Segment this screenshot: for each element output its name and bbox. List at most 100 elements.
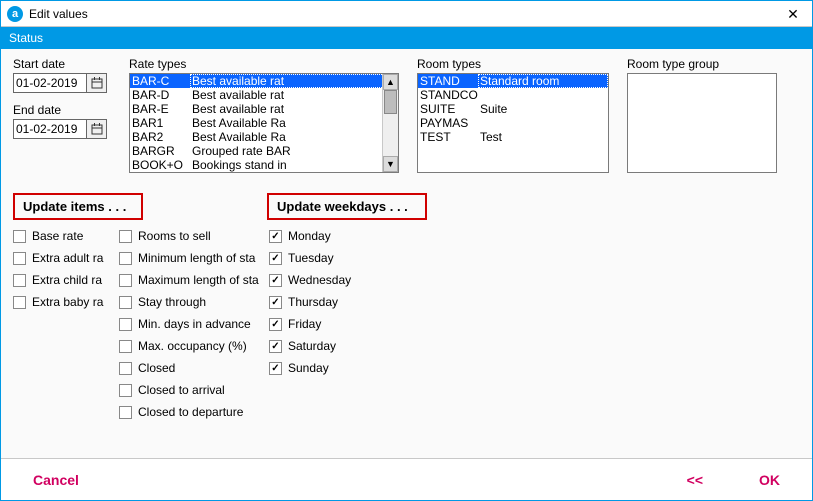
weekday-item: Wednesday bbox=[269, 272, 389, 288]
rate-type-row[interactable]: BOOK+OBookings stand in bbox=[130, 158, 398, 172]
checkbox[interactable] bbox=[269, 362, 282, 375]
room-type-row[interactable]: PAYMAS bbox=[418, 116, 608, 130]
checkbox[interactable] bbox=[13, 230, 26, 243]
cancel-button[interactable]: Cancel bbox=[25, 468, 87, 492]
weekday-item: Thursday bbox=[269, 294, 389, 310]
checkbox-label: Thursday bbox=[288, 295, 338, 309]
status-strip: Status bbox=[1, 27, 812, 49]
checkbox[interactable] bbox=[119, 340, 132, 353]
checkbox[interactable] bbox=[269, 318, 282, 331]
room-type-row[interactable]: STANDCO bbox=[418, 88, 608, 102]
checkbox-label: Minimum length of sta bbox=[138, 251, 255, 265]
room-types-column: Room types STANDStandard roomSTANDCOSUIT… bbox=[417, 57, 609, 173]
scroll-up-icon[interactable]: ▲ bbox=[383, 74, 398, 90]
rate-type-desc: Best available rat bbox=[190, 102, 398, 116]
rate-type-desc: Bookings stand in bbox=[190, 158, 398, 172]
items-column-1: Base rateExtra adult raExtra child raExt… bbox=[13, 228, 119, 420]
rate-type-code: BAR1 bbox=[130, 116, 190, 130]
app-icon: a bbox=[7, 6, 23, 22]
room-type-row[interactable]: STANDStandard room bbox=[418, 74, 608, 88]
room-type-desc: Suite bbox=[478, 102, 608, 116]
checkbox-label: Closed to arrival bbox=[138, 383, 225, 397]
items-column-2: Rooms to sellMinimum length of staMaximu… bbox=[119, 228, 269, 420]
checkbox[interactable] bbox=[119, 296, 132, 309]
update-item-item: Closed bbox=[119, 360, 269, 376]
rate-type-row[interactable]: BAR2Best Available Ra bbox=[130, 130, 398, 144]
rate-type-row[interactable]: BAR-CBest available rat bbox=[130, 74, 398, 88]
rate-type-row[interactable]: BARGRGrouped rate BAR bbox=[130, 144, 398, 158]
previous-button[interactable]: << bbox=[679, 468, 711, 492]
checkbox[interactable] bbox=[269, 274, 282, 287]
checkbox-label: Min. days in advance bbox=[138, 317, 251, 331]
update-weekdays-heading: Update weekdays . . . bbox=[267, 193, 427, 220]
rate-type-row[interactable]: BAR-EBest available rat bbox=[130, 102, 398, 116]
checkbox-label: Extra adult ra bbox=[32, 251, 103, 265]
checkbox-label: Saturday bbox=[288, 339, 336, 353]
room-type-group-label: Room type group bbox=[627, 57, 777, 71]
room-type-group-column: Room type group bbox=[627, 57, 777, 173]
end-date-calendar-icon[interactable] bbox=[87, 119, 107, 139]
checkbox[interactable] bbox=[119, 230, 132, 243]
date-column: Start date End date bbox=[13, 57, 111, 149]
rate-types-label: Rate types bbox=[129, 57, 399, 71]
checkbox[interactable] bbox=[119, 274, 132, 287]
start-date-field[interactable] bbox=[13, 73, 87, 93]
update-item-item: Min. days in advance bbox=[119, 316, 269, 332]
rate-type-desc: Grouped rate BAR bbox=[190, 144, 398, 158]
checkbox[interactable] bbox=[269, 296, 282, 309]
checkbox[interactable] bbox=[119, 362, 132, 375]
room-type-row[interactable]: TESTTest bbox=[418, 130, 608, 144]
update-item-item: Extra adult ra bbox=[13, 250, 119, 266]
checkbox[interactable] bbox=[13, 252, 26, 265]
end-date-label: End date bbox=[13, 103, 111, 117]
checkbox[interactable] bbox=[269, 340, 282, 353]
rate-types-listbox[interactable]: BAR-CBest available ratBAR-DBest availab… bbox=[129, 73, 399, 173]
scroll-thumb[interactable] bbox=[384, 90, 397, 114]
checkbox-label: Monday bbox=[288, 229, 331, 243]
room-types-label: Room types bbox=[417, 57, 609, 71]
checkbox[interactable] bbox=[119, 252, 132, 265]
ok-button[interactable]: OK bbox=[751, 468, 788, 492]
update-item-item: Minimum length of sta bbox=[119, 250, 269, 266]
start-date-calendar-icon[interactable] bbox=[87, 73, 107, 93]
update-item-item: Extra child ra bbox=[13, 272, 119, 288]
weekday-item: Friday bbox=[269, 316, 389, 332]
rate-type-code: BAR-C bbox=[130, 74, 190, 88]
end-date-field[interactable] bbox=[13, 119, 87, 139]
room-type-row[interactable]: SUITESuite bbox=[418, 102, 608, 116]
status-label: Status bbox=[9, 31, 43, 45]
checkbox-label: Closed to departure bbox=[138, 405, 243, 419]
rate-types-scrollbar[interactable]: ▲ ▼ bbox=[382, 74, 398, 172]
room-type-code: STANDCO bbox=[418, 88, 478, 102]
room-type-code: PAYMAS bbox=[418, 116, 478, 130]
update-item-item: Base rate bbox=[13, 228, 119, 244]
rate-types-column: Rate types BAR-CBest available ratBAR-DB… bbox=[129, 57, 399, 173]
checkbox-label: Stay through bbox=[138, 295, 206, 309]
rate-type-code: BAR-D bbox=[130, 88, 190, 102]
rate-type-row[interactable]: BAR1Best Available Ra bbox=[130, 116, 398, 130]
checkbox[interactable] bbox=[13, 274, 26, 287]
window: a Edit values ✕ Status Start date End da… bbox=[0, 0, 813, 501]
window-title: Edit values bbox=[29, 7, 774, 21]
scroll-down-icon[interactable]: ▼ bbox=[383, 156, 398, 172]
rate-type-row[interactable]: BAR-DBest available rat bbox=[130, 88, 398, 102]
close-icon[interactable]: ✕ bbox=[780, 4, 806, 24]
checkbox-label: Extra child ra bbox=[32, 273, 102, 287]
checkbox[interactable] bbox=[269, 230, 282, 243]
room-type-desc bbox=[478, 88, 608, 102]
update-item-item: Stay through bbox=[119, 294, 269, 310]
room-type-desc: Standard room bbox=[478, 74, 608, 88]
room-type-group-listbox[interactable] bbox=[627, 73, 777, 173]
checkbox[interactable] bbox=[119, 406, 132, 419]
update-items-heading: Update items . . . bbox=[13, 193, 143, 220]
checkbox-label: Closed bbox=[138, 361, 175, 375]
checkbox[interactable] bbox=[13, 296, 26, 309]
content: Start date End date Rate types bbox=[1, 49, 812, 458]
room-types-listbox[interactable]: STANDStandard roomSTANDCOSUITESuitePAYMA… bbox=[417, 73, 609, 173]
update-item-item: Max. occupancy (%) bbox=[119, 338, 269, 354]
checkbox-label: Rooms to sell bbox=[138, 229, 211, 243]
checkbox[interactable] bbox=[269, 252, 282, 265]
update-item-item: Rooms to sell bbox=[119, 228, 269, 244]
checkbox[interactable] bbox=[119, 384, 132, 397]
checkbox[interactable] bbox=[119, 318, 132, 331]
